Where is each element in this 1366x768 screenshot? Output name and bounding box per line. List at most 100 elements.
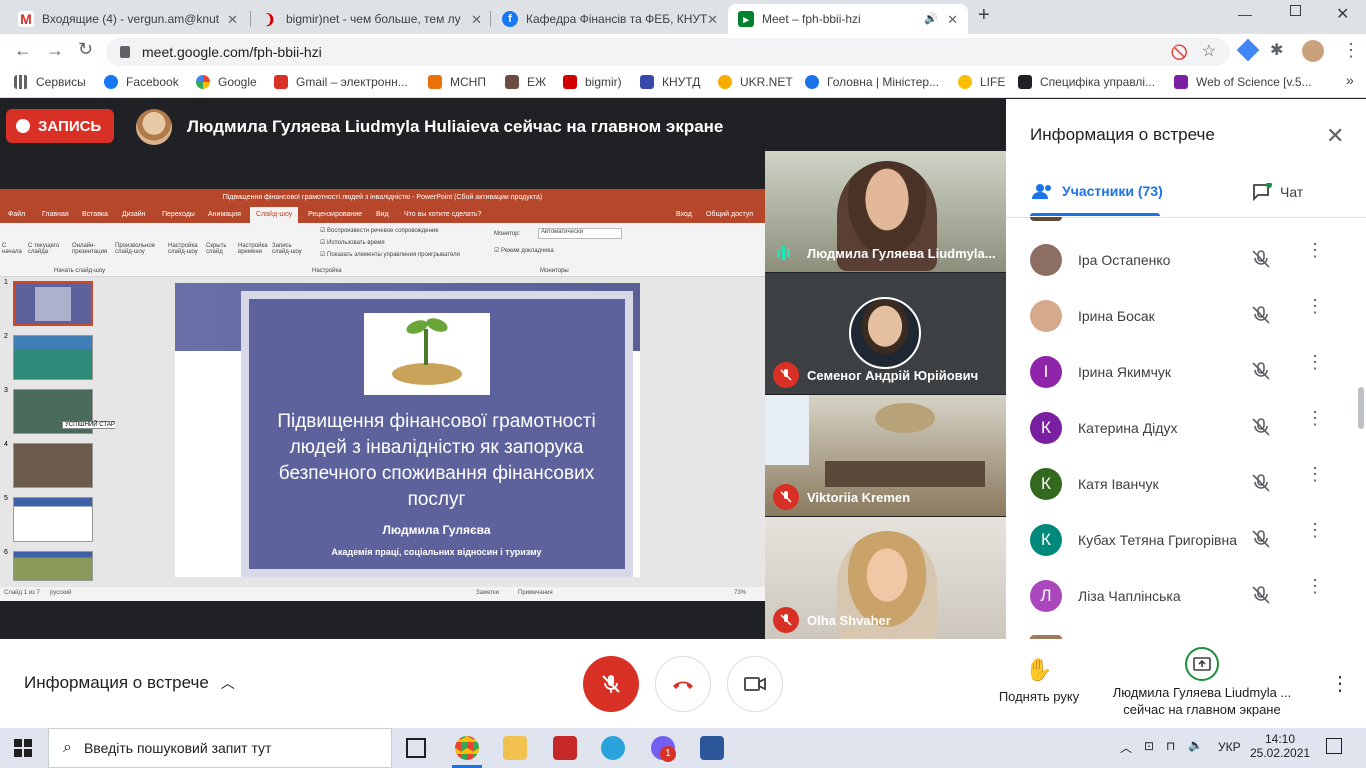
bookmark-label: Google (218, 75, 257, 89)
close-tab-icon[interactable]: ✕ (471, 12, 482, 28)
new-tab-button[interactable]: + (978, 4, 990, 27)
url-field[interactable]: meet.google.com/fph-bbii-hzi 🚫 ☆ (106, 38, 1230, 66)
chevron-up-icon: ︿ (220, 675, 235, 691)
acrobat-icon[interactable] (553, 736, 577, 760)
leave-call-button[interactable] (655, 656, 711, 712)
close-tab-icon[interactable]: ✕ (947, 12, 958, 28)
bookmark-knutd[interactable]: КНУТД (640, 75, 700, 89)
bookmark-ukrnet[interactable]: UKR.NET (718, 75, 793, 89)
taskbar-search[interactable]: ⌕ Введіть пошуковий запит тут (48, 728, 392, 768)
tray-overflow-icon[interactable]: ︿ (1120, 739, 1132, 756)
clock[interactable]: 14:10 25.02.2021 (1250, 732, 1310, 760)
bookmark-wos[interactable]: Web of Science [v.5... (1174, 75, 1312, 89)
network-icon[interactable]: ⊓ (1166, 739, 1175, 753)
volume-icon[interactable]: 🔈 (1188, 738, 1203, 752)
word-icon[interactable] (700, 736, 724, 760)
facebook-icon (104, 75, 118, 89)
profile-avatar[interactable] (1302, 40, 1324, 62)
participant-row[interactable]: І Ірина Якимчук ⋮ (1006, 344, 1351, 400)
bookmark-msnp[interactable]: МСНП (428, 75, 486, 89)
tab-facebook[interactable]: f Кафедра Фінансів та ФЕБ, КНУТ ✕ (492, 4, 728, 34)
bookmark-label: МСНП (450, 75, 486, 89)
input-language[interactable]: УКР (1218, 740, 1241, 754)
notifications-icon[interactable] (1326, 738, 1342, 754)
extensions-puzzle-icon[interactable]: ✱ (1270, 40, 1283, 60)
bookmark-apps[interactable]: Сервисы (14, 75, 86, 89)
bookmark-star-icon[interactable]: ☆ (1202, 38, 1216, 66)
telegram-icon[interactable] (601, 736, 625, 760)
camera-toggle-button[interactable] (727, 656, 783, 712)
participant-row[interactable]: К Кубах Тетяна Григорівна ⋮ (1006, 512, 1351, 568)
file-explorer-icon[interactable] (503, 736, 527, 760)
participant-row[interactable]: К Катя Іванчук ⋮ (1006, 456, 1351, 512)
maximize-button[interactable] (1290, 5, 1301, 16)
presenting-line-1: Людмила Гуляева Liudmyla ... (1112, 685, 1292, 700)
participant-tile-4[interactable]: Olha Shvaher (765, 517, 1006, 639)
participant-more-icon[interactable]: ⋮ (1306, 241, 1324, 259)
search-placeholder: Введіть пошуковий запит тут (83, 740, 272, 756)
participant-tile-3[interactable]: Viktoriia Kremen (765, 395, 1006, 516)
participant-row[interactable]: Л Ліза Чаплінська ⋮ (1006, 568, 1351, 624)
bookmark-management[interactable]: Специфіка управлі... (1018, 75, 1155, 89)
more-options-icon[interactable]: ⋮ (1330, 671, 1350, 696)
mic-off-icon[interactable] (1250, 472, 1272, 499)
participant-avatar: К (1030, 412, 1062, 444)
bookmark-ezh[interactable]: ЕЖ (505, 75, 546, 89)
bookmark-google[interactable]: Google (196, 75, 257, 89)
bookmark-gmail[interactable]: Gmail – электронн... (274, 75, 408, 89)
back-button[interactable]: ← (14, 40, 32, 61)
participant-more-icon[interactable]: ⋮ (1306, 409, 1324, 427)
close-tab-icon[interactable]: ✕ (707, 12, 718, 28)
audio-playing-icon[interactable]: 🔊 (924, 12, 938, 25)
ppt-thumbnails: 1 2 3 УСПІШНИЙ СТАРТАП:перший ... 4 5 6 (0, 277, 160, 587)
camera-blocked-icon[interactable]: 🚫 (1171, 38, 1188, 66)
close-panel-icon[interactable]: ✕ (1326, 123, 1344, 149)
windows-start-icon[interactable] (14, 739, 32, 757)
minimize-button[interactable]: — (1238, 6, 1252, 22)
participant-row[interactable]: Іра Остапенко ⋮ (1006, 232, 1351, 288)
presenting-button[interactable]: Людмила Гуляева Liudmyla ... сейчас на г… (1104, 647, 1300, 717)
meeting-details-button[interactable]: Информация о встрече ︿ (24, 673, 235, 693)
mic-off-icon[interactable] (1250, 360, 1272, 387)
participant-more-icon[interactable]: ⋮ (1306, 521, 1324, 539)
participant-name: Семеног Андрій Юрійович (807, 368, 979, 383)
participant-tile-2[interactable]: Семеног Андрій Юрійович (765, 273, 1006, 394)
mic-off-icon[interactable] (1250, 528, 1272, 555)
bookmark-bigmir[interactable]: bigmir) (563, 75, 622, 89)
chrome-icon[interactable] (455, 736, 479, 760)
mic-off-icon[interactable] (1250, 416, 1272, 443)
menu-kebab-icon[interactable]: ⋮ (1342, 40, 1360, 61)
participant-row[interactable]: Ірина Босак ⋮ (1006, 288, 1351, 344)
window-close-button[interactable]: ✕ (1336, 4, 1349, 24)
participant-row[interactable]: К Катерина Дідух ⋮ (1006, 400, 1351, 456)
bookmark-life[interactable]: LIFE (958, 75, 1005, 89)
tab-chat[interactable]: Чат (1252, 183, 1303, 201)
tab-bigmir[interactable]: ❩ bigmir)net - чем больше, тем лу ✕ (252, 4, 492, 34)
mic-toggle-button[interactable] (583, 656, 639, 712)
ppt-group-setup: Настройка (312, 268, 342, 274)
bookmark-facebook[interactable]: Facebook (104, 75, 179, 89)
bookmark-ministry[interactable]: Головна | Міністер... (805, 75, 939, 89)
tab-gmail[interactable]: M Входящие (4) - vergun.am@knut ✕ (8, 4, 248, 34)
participant-more-icon[interactable]: ⋮ (1306, 577, 1324, 595)
bookmarks-overflow-icon[interactable]: » (1346, 72, 1354, 88)
participant-more-icon[interactable]: ⋮ (1306, 353, 1324, 371)
raise-hand-button[interactable]: ✋ Поднять руку (994, 657, 1084, 704)
tab-meet[interactable]: ▸ Meet – fph-bbii-hzi 🔊 ✕ (728, 4, 968, 34)
close-tab-icon[interactable]: ✕ (227, 12, 238, 28)
mic-off-icon[interactable] (1250, 584, 1272, 611)
mic-off-icon[interactable] (1250, 248, 1272, 275)
tab-participants[interactable]: Участники (73) (1032, 183, 1163, 199)
participant-more-icon[interactable]: ⋮ (1306, 297, 1324, 315)
participant-more-icon[interactable]: ⋮ (1306, 465, 1324, 483)
extension-icon[interactable] (1236, 38, 1260, 62)
tray-app-icon[interactable]: ⊡ (1144, 739, 1154, 753)
panel-scrollbar[interactable] (1358, 387, 1364, 429)
ezh-icon (505, 75, 519, 89)
mic-off-icon[interactable] (1250, 304, 1272, 331)
participant-tile-1[interactable]: Людмила Гуляева Liudmyla... (765, 151, 1006, 272)
forward-button[interactable]: → (46, 40, 64, 61)
knutd-icon (640, 75, 654, 89)
task-view-icon[interactable] (406, 738, 426, 758)
reload-button[interactable]: ↻ (78, 39, 93, 60)
